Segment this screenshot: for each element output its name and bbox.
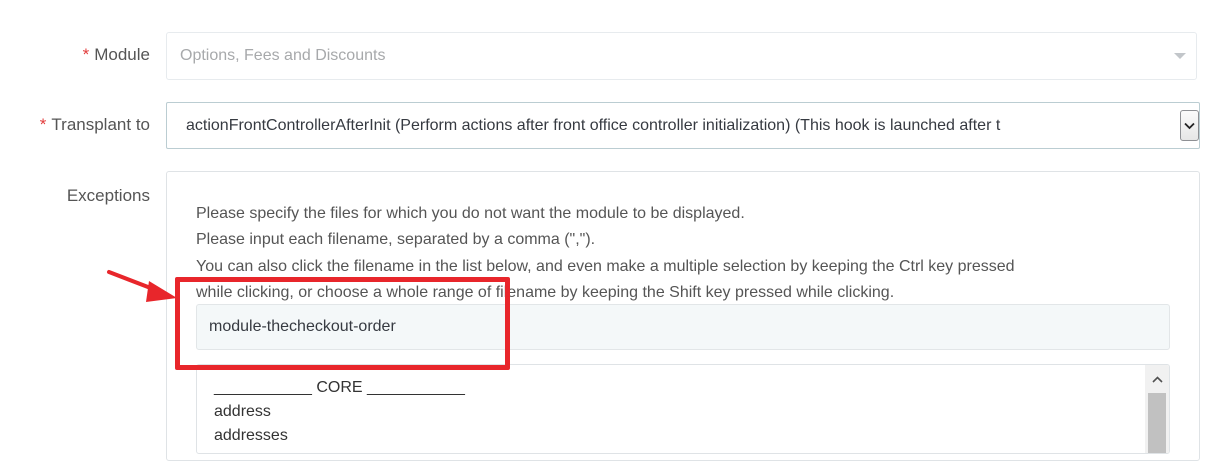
help-text-line: Please input each filename, separated by…	[196, 231, 596, 248]
chevron-down-icon[interactable]	[1180, 110, 1199, 141]
list-scrollbar[interactable]	[1145, 365, 1169, 453]
module-label-text: Module	[94, 45, 150, 64]
module-label: * Module	[83, 45, 150, 65]
required-mark: *	[39, 115, 47, 134]
list-item[interactable]: ___________ CORE ___________	[214, 379, 465, 397]
scroll-up-icon[interactable]	[1145, 369, 1169, 389]
exceptions-label: Exceptions	[66, 186, 150, 205]
list-item[interactable]: addresses	[214, 427, 288, 445]
module-select: Options, Fees and Discounts	[166, 32, 1197, 80]
required-mark: *	[82, 45, 90, 64]
transplant-label: * Transplant to	[40, 115, 150, 135]
red-arrow-icon	[107, 270, 177, 302]
list-item[interactable]: address	[214, 403, 271, 421]
scroll-thumb[interactable]	[1148, 393, 1166, 453]
exceptions-file-list[interactable]: ___________ CORE ___________ address add…	[196, 364, 1170, 454]
help-text-line: You can also click the filename in the l…	[196, 258, 1015, 275]
help-text-line: Please specify the files for which you d…	[196, 205, 745, 222]
module-select-value: Options, Fees and Discounts	[180, 47, 386, 64]
transplant-select[interactable]: actionFrontControllerAfterInit (Perform …	[166, 102, 1200, 149]
caret-down-icon	[1174, 53, 1186, 59]
transplant-label-text: Transplant to	[51, 115, 150, 134]
transplant-select-value: actionFrontControllerAfterInit (Perform …	[186, 117, 1001, 134]
highlight-box	[175, 277, 510, 370]
